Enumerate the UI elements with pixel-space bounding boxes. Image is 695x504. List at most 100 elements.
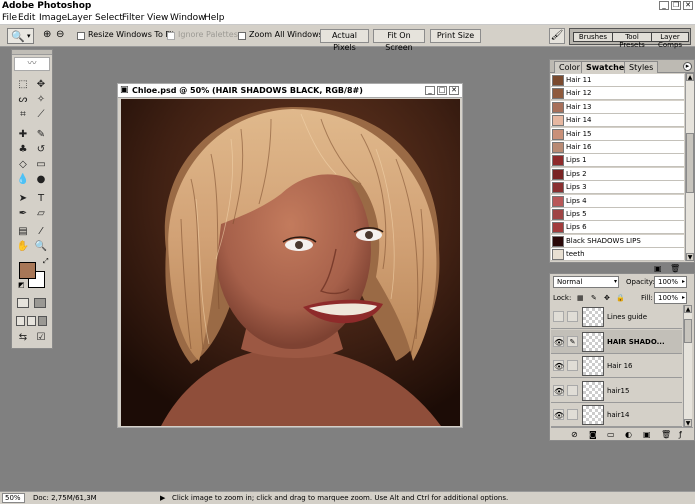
swatch-row[interactable]: Black SHADOWS LIPS [551, 234, 684, 248]
well-tab-tool-presets[interactable]: Tool Presets [612, 32, 652, 49]
check-icon[interactable]: ☑ [33, 331, 49, 345]
move-icon[interactable]: ✥ [33, 78, 49, 92]
eye-icon[interactable]: 👁 [553, 360, 564, 371]
swatch-row[interactable]: Lips 3 [551, 181, 684, 195]
history-brush-icon[interactable]: ↺ [33, 143, 49, 157]
type-icon[interactable]: T [33, 192, 49, 206]
swatch-chip[interactable] [552, 209, 564, 220]
tab-styles[interactable]: Styles [624, 61, 659, 73]
add-mask-icon[interactable]: ◙ [589, 429, 597, 440]
adjustment-layer-icon[interactable]: ◐ [625, 429, 632, 440]
swatch-row[interactable]: teeth [551, 248, 684, 262]
well-tab-layer-comps[interactable]: Layer Comps [651, 32, 689, 49]
menu-image[interactable]: Image [39, 12, 67, 25]
swatch-row[interactable]: Lips 1 [551, 154, 684, 168]
doc-size[interactable]: Doc: 2,75M/61,3M [33, 492, 97, 504]
eyedropper-icon[interactable]: ⁄ [33, 225, 49, 239]
layer-link-slot[interactable] [567, 360, 578, 371]
palette-toggle-button[interactable]: 🖌 [549, 28, 565, 44]
scroll-down-icon[interactable]: ▼ [684, 419, 692, 427]
scroll-up-icon[interactable]: ▲ [686, 73, 694, 81]
magic-wand-icon[interactable]: ✧ [33, 93, 49, 107]
scroll-up-icon[interactable]: ▲ [684, 305, 692, 313]
screen-mode-full-icon[interactable] [38, 316, 47, 326]
swatch-row[interactable]: Lips 4 [551, 194, 684, 208]
swatches-scrollbar[interactable]: ▲ ▼ [685, 73, 694, 261]
doc-maximize-icon[interactable]: □ [437, 86, 447, 95]
lock-pixels-icon[interactable]: ✎ [591, 294, 597, 302]
eye-icon[interactable]: 👁 [553, 335, 564, 347]
fit-on-screen-button[interactable]: Fit On Screen [373, 29, 425, 52]
new-layer-icon[interactable]: ▣ [643, 429, 651, 440]
menu-layer[interactable]: Layer [67, 12, 92, 25]
layer-row[interactable]: 👁 hair15 [551, 378, 682, 403]
layer-link-slot[interactable] [567, 384, 578, 396]
new-group-icon[interactable]: ▭ [607, 429, 615, 440]
swatch-row[interactable]: Lips 6 [551, 221, 684, 235]
document-titlebar[interactable]: ▣ Chloe.psd @ 50% (HAIR SHADOWS BLACK, R… [118, 84, 462, 98]
swatch-row[interactable]: Lips 5 [551, 208, 684, 221]
layer-link-slot[interactable] [567, 409, 578, 420]
layers-scrollbar[interactable]: ▲ ▼ [683, 305, 692, 427]
layer-row[interactable]: 👁 ✎ HAIR SHADO... [551, 329, 682, 354]
shape-icon[interactable]: ▱ [33, 207, 49, 221]
swatch-row[interactable]: Hair 13 [551, 100, 684, 114]
gradient-icon[interactable]: ▭ [33, 158, 49, 172]
swatch-chip[interactable] [552, 115, 564, 127]
doc-minimize-icon[interactable]: _ [425, 86, 435, 95]
delete-layer-icon[interactable]: 🗑 [661, 429, 671, 440]
lock-position-icon[interactable]: ✥ [604, 294, 610, 302]
eye-icon[interactable]: 👁 [553, 384, 564, 396]
maximize-icon[interactable]: ❐ [671, 1, 681, 10]
layer-row[interactable]: 👁 Hair 16 [551, 354, 682, 378]
crop-icon[interactable]: ⌗ [15, 108, 31, 122]
path-select-icon[interactable]: ➤ [15, 192, 31, 206]
zoom-in-icon[interactable]: ⊕ [43, 29, 51, 40]
scroll-thumb[interactable] [684, 319, 692, 343]
swatch-chip[interactable] [552, 155, 564, 167]
menu-filter[interactable]: Filter [122, 12, 144, 25]
brush-icon[interactable]: ✎ [33, 128, 49, 142]
dodge-icon[interactable]: ● [33, 173, 49, 187]
layer-row[interactable]: Lines guide [551, 305, 682, 329]
pen-icon[interactable]: ✒ [15, 207, 31, 221]
menu-view[interactable]: View [147, 12, 168, 25]
swatch-chip[interactable] [552, 222, 564, 234]
swatch-chip[interactable] [552, 128, 564, 140]
jump-to-imageready-icon[interactable]: ⇆ [15, 331, 31, 345]
zoom-tool-icon[interactable]: 🔍 [33, 240, 49, 254]
lock-all-icon[interactable]: 🔒 [616, 294, 625, 302]
menu-file[interactable]: File [2, 12, 17, 25]
swatch-row[interactable]: Hair 11 [551, 74, 684, 87]
doc-close-icon[interactable]: ✕ [449, 86, 459, 95]
tool-preset-picker[interactable]: 🔍 ▾ [7, 28, 34, 44]
actual-pixels-button[interactable]: Actual Pixels [320, 29, 369, 52]
zoom-all-windows-checkbox[interactable] [238, 32, 246, 40]
fill-input[interactable]: 100% ▸ [654, 292, 687, 304]
swatch-chip[interactable] [552, 75, 564, 86]
swatch-row[interactable]: Hair 16 [551, 141, 684, 154]
feather-icon[interactable]: 〰 [14, 57, 50, 71]
swatch-chip[interactable] [552, 195, 564, 207]
swatch-chip[interactable] [552, 88, 564, 100]
lock-transparency-icon[interactable]: ▦ [577, 294, 584, 302]
swatch-row[interactable]: Lips 2 [551, 167, 684, 181]
new-swatch-icon[interactable]: ▣ [654, 264, 662, 273]
screen-mode-standard-icon[interactable] [16, 316, 25, 326]
swatch-row[interactable]: Hair 12 [551, 87, 684, 101]
swatch-chip[interactable] [552, 101, 564, 113]
link-layers-icon[interactable]: ⊘ [571, 429, 578, 440]
swatch-chip[interactable] [552, 235, 564, 247]
notes-icon[interactable]: ▤ [15, 225, 31, 239]
layer-link-slot[interactable] [567, 311, 578, 322]
swatch-chip[interactable] [552, 249, 564, 261]
close-icon[interactable]: ✕ [683, 1, 693, 10]
layer-row[interactable]: 👁 hair14 [551, 403, 682, 427]
slice-icon[interactable]: ⟋ [33, 108, 49, 122]
opacity-input[interactable]: 100% ▸ [654, 276, 687, 288]
quick-mask-icon[interactable] [34, 298, 46, 308]
hand-icon[interactable]: ✋ [15, 240, 31, 254]
scroll-down-icon[interactable]: ▼ [686, 253, 694, 261]
menu-select[interactable]: Select [95, 12, 123, 25]
healing-icon[interactable]: ✚ [15, 128, 31, 142]
